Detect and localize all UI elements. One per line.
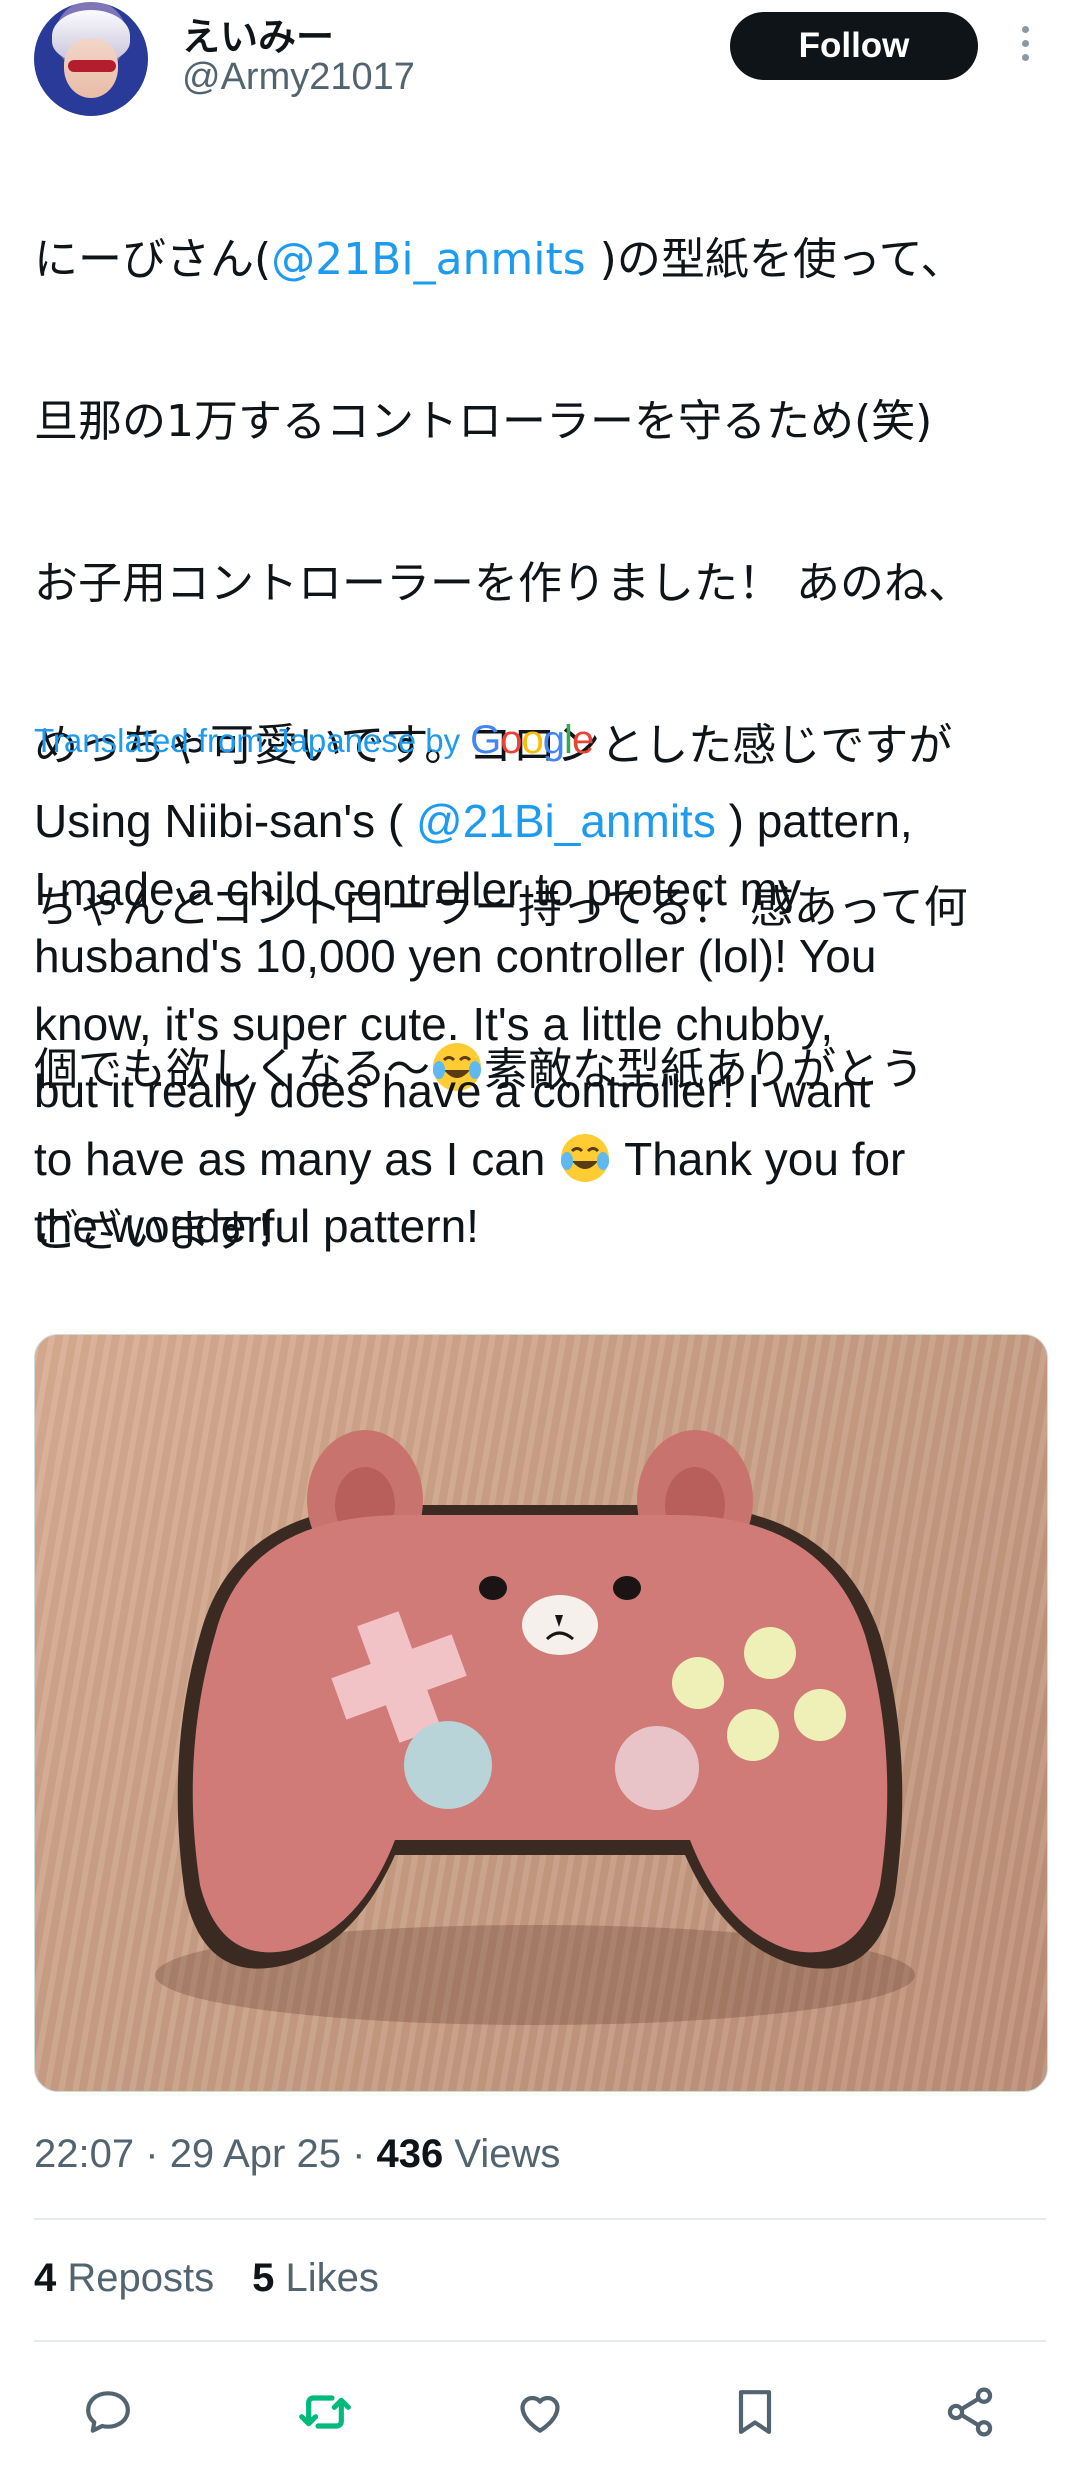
en-line: know, it's super cute. It's a little chu… [34,997,834,1050]
likes-count: 5 [252,2256,275,2300]
action-bar [0,2372,1080,2452]
en-line: I made a child controller to protect my [34,862,801,915]
likes-label: Likes [285,2256,379,2300]
mention-link[interactable]: @21Bi_anmits [416,795,716,847]
google-logo: Google [470,718,594,762]
tweet-header: えいみー @Army21017 Follow [0,0,1080,140]
en-line: Using Niibi-san's ( @21Bi_anmits ) patte… [34,788,1054,856]
plush-controller-illustration [155,1430,915,2025]
mention-link[interactable]: @21Bi_anmits [271,234,586,285]
bookmark-icon[interactable] [715,2372,795,2452]
meta-separator: · [352,2132,366,2176]
jp-line: 旦那の1万するコントローラーを守るため(笑) [34,396,933,447]
jp-line: お子用コントローラーを作りました！ あのね、 [34,558,972,609]
repost-icon[interactable] [285,2372,365,2452]
tweet-text-translated: Using Niibi-san's ( @21Bi_anmits ) patte… [34,788,1054,1261]
avatar-glasses [68,60,116,72]
reposts-count: 4 [34,2256,57,2300]
jp-text-segment: にーびさん( [34,234,272,285]
en-line: husband's 10,000 yen controller (lol)! Y… [34,930,877,982]
display-name[interactable]: えいみー [182,6,334,61]
en-line: the wonderful pattern! [34,1200,479,1252]
follow-button[interactable]: Follow [730,12,978,80]
reposts-label: Reposts [67,2256,215,2300]
meta-separator: · [145,2132,159,2176]
tweet-meta: 22:07 · 29 Apr 25 · 436 Views [34,2132,560,2177]
tweet-photo[interactable] [34,1334,1048,2092]
avatar[interactable] [34,2,148,116]
share-icon[interactable] [930,2372,1010,2452]
en-text-segment: Using Niibi-san's ( [34,795,416,847]
reply-icon[interactable] [68,2372,148,2452]
translation-attribution[interactable]: Translated from Japanese by Google [34,718,594,763]
divider [34,2340,1046,2342]
tweet-time[interactable]: 22:07 [34,2132,134,2176]
en-text-segment: Thank you for [612,1132,906,1185]
translated-label: Translated from Japanese by [34,721,461,759]
views-label: Views [454,2132,561,2176]
laughing-tears-emoji-icon [561,1133,610,1182]
user-handle[interactable]: @Army21017 [182,56,415,99]
en-line: to have as many as I can Thank you for [34,1126,1054,1194]
views-count: 436 [376,2132,444,2176]
en-text-segment: ) pattern, [715,795,913,847]
en-line: but it really does have a controller! I … [34,1065,871,1117]
divider [34,2218,1046,2220]
tweet-stats: 4 Reposts 5 Likes [34,2256,379,2301]
en-text-segment: to have as many as I can [34,1132,559,1185]
jp-text-segment: )の型紙を使って、 [585,234,965,285]
likes-stat[interactable]: 5 Likes [252,2256,379,2301]
like-icon[interactable] [500,2372,580,2452]
reposts-stat[interactable]: 4 Reposts [34,2256,214,2301]
jp-line: にーびさん(@21Bi_anmits )の型紙を使って、 [34,219,1054,300]
more-options-icon[interactable] [1010,26,1040,70]
tweet-date[interactable]: 29 Apr 25 [170,2132,341,2176]
